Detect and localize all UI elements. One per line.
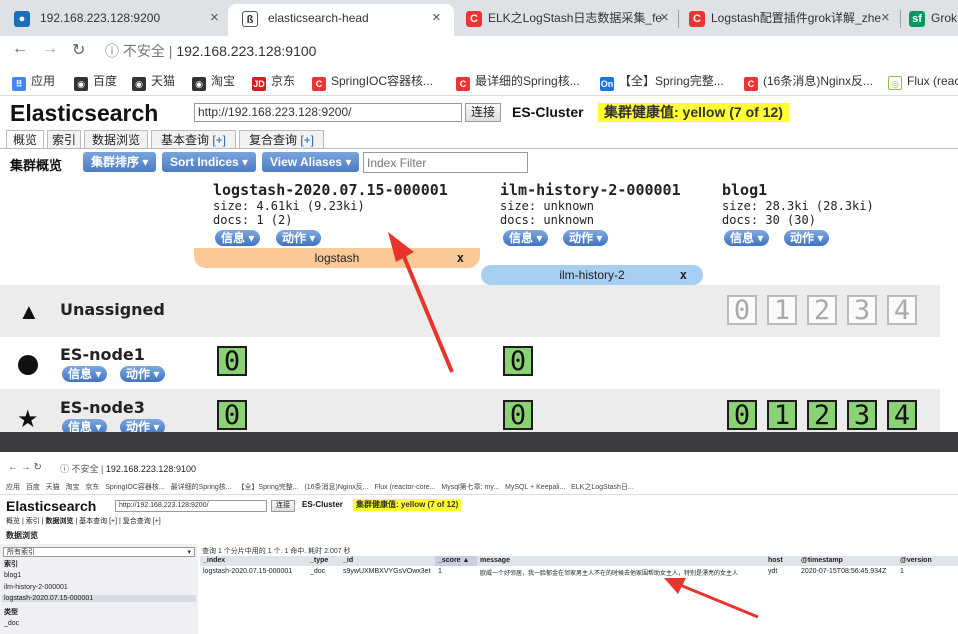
upper-browser-window: ● 192.168.223.128:9200 × ß elasticsearch…: [0, 0, 958, 432]
screenshot-separator: [0, 432, 958, 452]
lower-browser-window: ← → ↻ ⓘ 不安全 | 192.168.223.128:9100 应用 百度…: [0, 452, 958, 634]
red-arrow-annotation: [388, 232, 454, 373]
red-arrow-annotation: [664, 578, 759, 619]
